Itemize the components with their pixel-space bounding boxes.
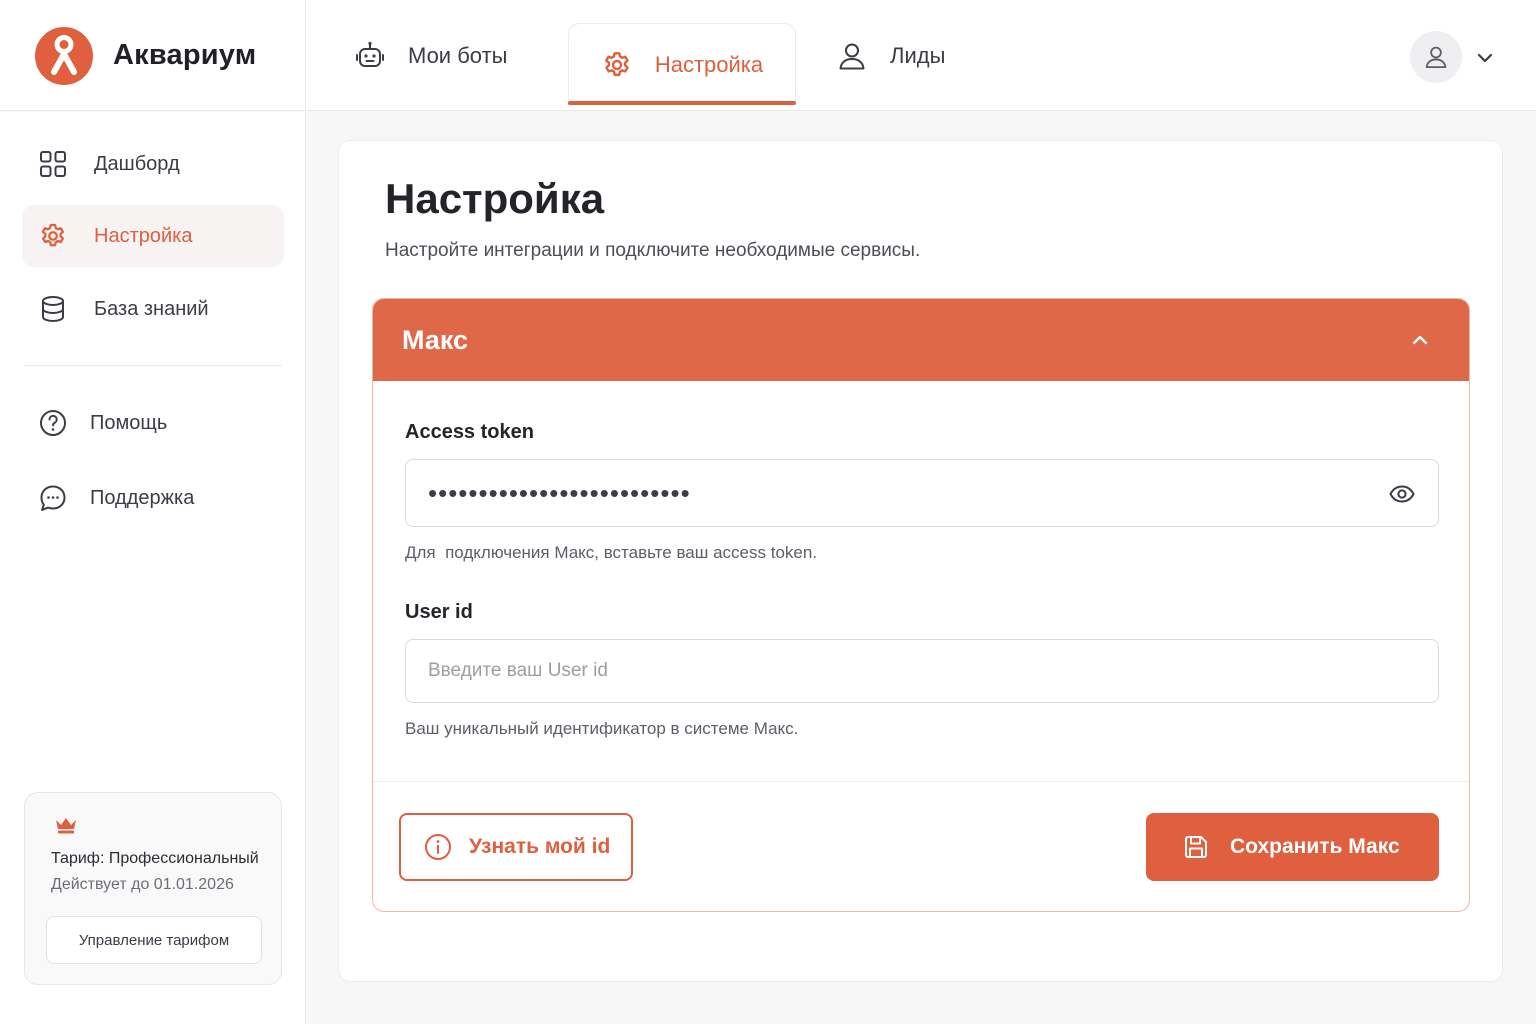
- tab-leads[interactable]: Лиды: [836, 0, 945, 111]
- info-icon: [423, 832, 453, 862]
- sidebar-item-knowledge-base[interactable]: База знаний: [22, 278, 284, 340]
- find-my-id-label: Узнать мой id: [469, 835, 611, 858]
- chat-icon: [38, 483, 68, 513]
- plan-title: Тариф: Профессиональный: [51, 850, 259, 867]
- user-icon: [1423, 44, 1449, 70]
- sidebar-item-label: Настройка: [94, 224, 193, 247]
- plan-card: Тариф: Профессиональный Действует до 01.…: [24, 792, 282, 985]
- find-my-id-button[interactable]: Узнать мой id: [399, 813, 633, 881]
- sidebar-item-label: База знаний: [94, 297, 209, 320]
- user-id-label: User id: [405, 601, 473, 623]
- plan-valid-until: Действует до 01.01.2026: [51, 876, 234, 893]
- sidebar-item-label: Дашборд: [94, 152, 180, 175]
- tab-label: Мои боты: [408, 42, 508, 68]
- user-id-field: [405, 639, 1439, 703]
- user-id-help: Ваш уникальный идентификатор в системе М…: [405, 719, 799, 738]
- sidebar-item-label: Помощь: [90, 411, 168, 434]
- sidebar-item-settings[interactable]: Настройка: [22, 205, 284, 267]
- max-panel-header[interactable]: Макс: [373, 299, 1469, 381]
- sidebar: Дашборд Настройка База знаний Помощь Под…: [0, 112, 306, 1024]
- page-subtitle: Настройте интеграции и подключите необхо…: [385, 240, 921, 261]
- question-icon: [38, 408, 68, 438]
- tab-my-bots[interactable]: Мои боты: [354, 0, 507, 111]
- gear-icon: [38, 221, 68, 251]
- sidebar-item-help[interactable]: Помощь: [22, 392, 284, 454]
- database-icon: [38, 294, 68, 324]
- settings-card: Настройка Настройте интеграции и подключ…: [338, 140, 1503, 982]
- save-max-label: Сохранить Макс: [1230, 835, 1400, 858]
- access-token-field: [405, 459, 1439, 527]
- access-token-label: Access token: [405, 421, 534, 443]
- grid-icon: [38, 149, 68, 179]
- manage-plan-button[interactable]: Управление тарифом: [46, 916, 262, 964]
- panel-title: Макс: [402, 324, 469, 355]
- robot-icon: [354, 40, 386, 72]
- tab-settings[interactable]: Настройка: [568, 23, 796, 105]
- eye-icon[interactable]: [1388, 480, 1416, 508]
- sidebar-divider: [24, 365, 282, 366]
- gear-icon: [601, 49, 633, 81]
- sidebar-item-dashboard[interactable]: Дашборд: [22, 133, 284, 195]
- access-token-input[interactable]: [428, 477, 1368, 509]
- chevron-down-icon[interactable]: [1474, 47, 1496, 69]
- max-integration-panel: Макс Access token Для подключения Макс, …: [372, 298, 1470, 912]
- panel-divider: [373, 781, 1469, 782]
- user-icon: [836, 40, 868, 72]
- page-title: Настройка: [385, 175, 605, 222]
- top-bar: Аквариум Мои боты Настройка Лиды: [0, 0, 1536, 111]
- user-id-input[interactable]: [428, 660, 1368, 682]
- user-avatar[interactable]: [1410, 31, 1462, 83]
- person-logo-icon: [35, 26, 93, 85]
- access-token-help: Для подключения Макс, вставьте ваш acces…: [405, 543, 818, 562]
- save-max-button[interactable]: Сохранить Макс: [1146, 813, 1439, 881]
- sidebar-item-support[interactable]: Поддержка: [22, 467, 284, 529]
- chevron-up-icon[interactable]: [1409, 329, 1431, 351]
- crown-icon: [54, 815, 78, 835]
- brand-name: Аквариум: [113, 39, 257, 71]
- brand[interactable]: Аквариум: [0, 0, 306, 111]
- tab-label: Настройка: [654, 51, 764, 77]
- sidebar-item-label: Поддержка: [90, 486, 195, 509]
- save-icon: [1182, 833, 1210, 861]
- tab-label: Лиды: [890, 42, 946, 68]
